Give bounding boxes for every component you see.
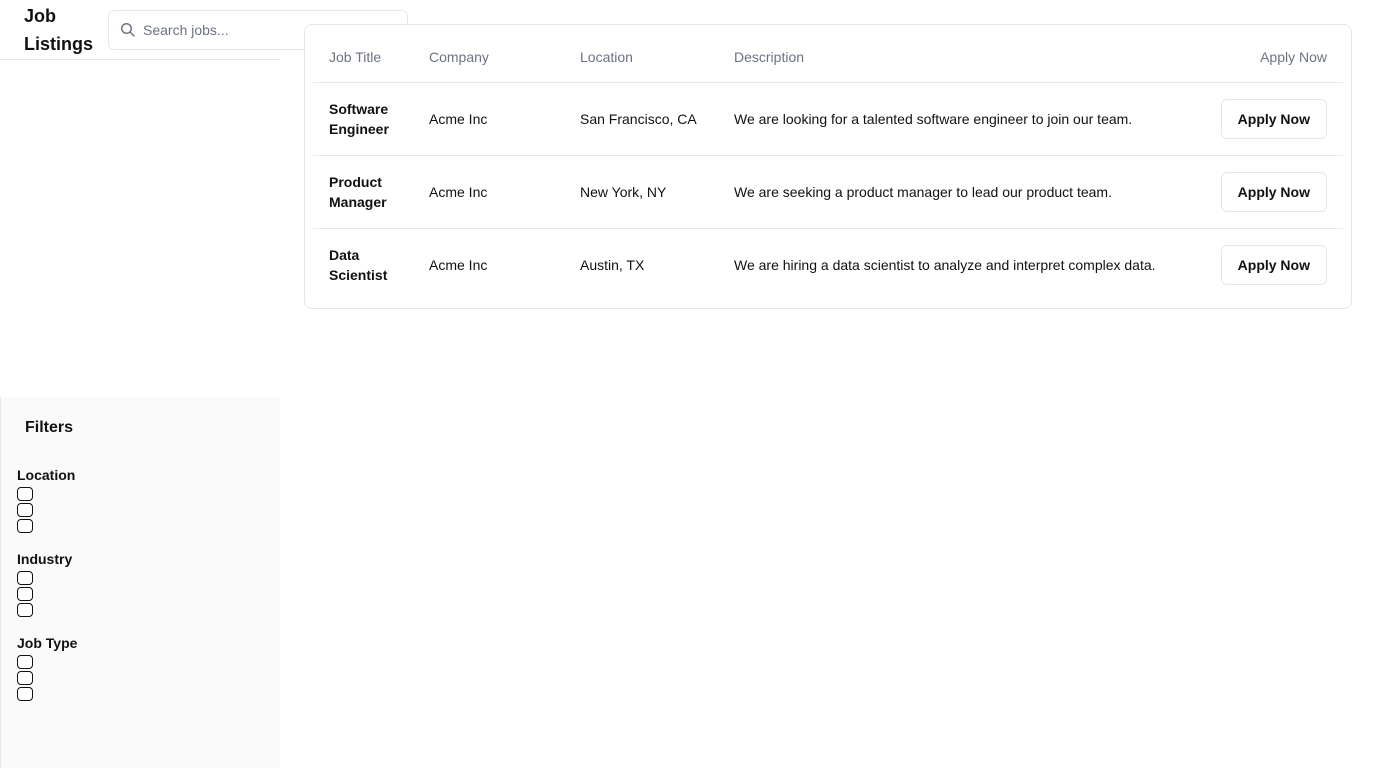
filter-group-label: Industry xyxy=(17,551,73,567)
filter-group-location: Location xyxy=(17,465,75,535)
search-icon xyxy=(120,22,135,37)
column-header-description: Description xyxy=(718,33,1196,83)
location-checkbox[interactable] xyxy=(17,487,33,501)
apply-now-button[interactable]: Apply Now xyxy=(1220,98,1327,139)
description-cell: We are hiring a data scientist to analyz… xyxy=(734,256,1156,273)
job-title-cell: Product Manager xyxy=(313,155,413,229)
filters-panel: Filters Location Industry Job Type xyxy=(0,397,280,768)
filters-title: Filters xyxy=(25,419,74,436)
apply-now-button[interactable]: Apply Now xyxy=(1220,171,1327,212)
column-header-location: Location xyxy=(564,33,718,83)
apply-cell: Apply Now xyxy=(1196,155,1343,229)
apply-cell: Apply Now xyxy=(1196,228,1343,301)
job-type-checkbox[interactable] xyxy=(17,671,33,685)
filter-group-job-type: Job Type xyxy=(17,633,77,703)
apply-cell: Apply Now xyxy=(1196,82,1343,156)
industry-checkbox[interactable] xyxy=(17,603,33,617)
job-type-checkbox[interactable] xyxy=(17,687,33,701)
page-title: Job Listings xyxy=(24,6,94,54)
column-header-job-title: Job Title xyxy=(313,33,413,83)
job-title-cell: Software Engineer xyxy=(313,82,413,156)
filter-group-label: Job Type xyxy=(17,635,78,651)
description-cell: We are seeking a product manager to lead… xyxy=(718,155,1196,229)
filter-group-industry: Industry xyxy=(17,549,72,619)
location-checkbox[interactable] xyxy=(17,519,33,533)
company-cell: Acme Inc xyxy=(413,82,564,156)
table-header-row: Job Title Company Location Description A… xyxy=(313,33,1343,83)
apply-now-button[interactable]: Apply Now xyxy=(1220,244,1327,285)
company-cell: Acme Inc xyxy=(413,155,564,229)
company-cell: Acme Inc xyxy=(429,256,488,273)
job-title-cell: Data Scientist xyxy=(329,246,388,283)
job-listings-card: Job Title Company Location Description A… xyxy=(304,24,1352,309)
industry-checkbox[interactable] xyxy=(17,571,33,585)
table-row: Software Engineer Acme Inc San Francisco… xyxy=(313,82,1343,156)
job-type-checkbox[interactable] xyxy=(17,655,33,669)
column-header-apply: Apply Now xyxy=(1196,33,1343,83)
industry-checkbox[interactable] xyxy=(17,587,33,601)
filter-group-label: Location xyxy=(17,467,76,483)
table-row: Product Manager Acme Inc New York, NY We… xyxy=(313,155,1343,229)
job-table: Job Title Company Location Description A… xyxy=(313,33,1343,301)
description-cell: We are looking for a talented software e… xyxy=(718,82,1196,156)
location-cell: San Francisco, CA xyxy=(564,82,718,156)
location-checkbox[interactable] xyxy=(17,503,33,517)
column-header-company: Company xyxy=(413,33,564,83)
header-divider xyxy=(0,59,280,60)
table-row: Data Scientist Acme Inc Austin, TX We ar… xyxy=(313,228,1343,301)
location-cell: Austin, TX xyxy=(580,256,645,273)
location-cell: New York, NY xyxy=(564,155,718,229)
